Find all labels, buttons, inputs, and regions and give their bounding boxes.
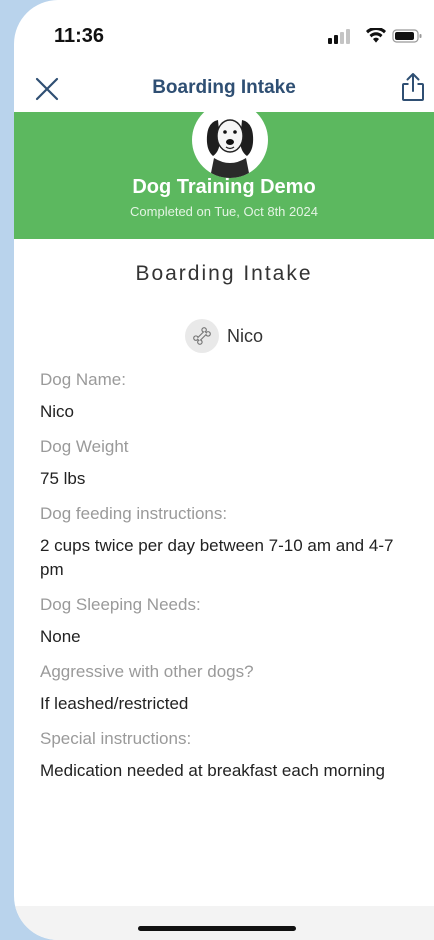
completion-date: Completed on Tue, Oct 8th 2024	[130, 204, 318, 219]
field-value: Nico	[40, 402, 75, 421]
field-feeding-instructions: Dog feeding instructions: 2 cups twice p…	[40, 502, 412, 582]
home-indicator[interactable]	[138, 926, 296, 931]
field-label: Dog Sleeping Needs:	[40, 595, 201, 614]
field-label: Dog Weight	[40, 437, 129, 456]
nav-title: Boarding Intake	[152, 77, 296, 98]
field-sleeping-needs: Dog Sleeping Needs: None	[40, 593, 412, 649]
field-label: Special instructions:	[40, 729, 192, 748]
form-title: Boarding Intake	[135, 262, 313, 285]
pet-chip-inner: Nico	[184, 319, 263, 353]
status-icons	[328, 28, 422, 44]
field-value: 75 lbs	[40, 469, 86, 488]
battery-icon	[392, 29, 422, 43]
field-label: Dog feeding instructions:	[40, 504, 228, 523]
field-label: Dog Name:	[40, 370, 126, 389]
pet-chip[interactable]: Nico	[14, 318, 434, 354]
share-icon[interactable]	[400, 72, 426, 102]
navigation-bar: Boarding Intake	[14, 70, 434, 112]
dog-avatar	[192, 112, 268, 178]
field-dog-weight: Dog Weight 75 lbs	[40, 435, 412, 491]
field-value: Medication needed at breakfast each morn…	[40, 761, 385, 780]
field-special-instructions: Special instructions: Medication needed …	[40, 727, 412, 783]
field-value: None	[40, 627, 81, 646]
wifi-icon	[366, 28, 386, 43]
field-value: 2 cups twice per day between 7-10 am and…	[40, 536, 394, 579]
field-label: Aggressive with other dogs?	[40, 662, 254, 681]
bottom-bar	[14, 906, 434, 940]
field-value: If leashed/restricted	[40, 694, 189, 713]
field-dog-name: Dog Name: Nico	[40, 368, 412, 424]
business-banner: Dog Training Demo Completed on Tue, Oct …	[14, 112, 434, 239]
dog-illustration	[206, 119, 254, 178]
form-fields: Dog Name: Nico Dog Weight 75 lbs Dog fee…	[40, 368, 412, 794]
organization-name: Dog Training Demo	[132, 176, 316, 198]
cellular-signal-icon	[328, 29, 350, 44]
status-time: 11:36	[54, 25, 105, 47]
status-bar: 11:36	[14, 0, 434, 70]
phone-screen: 11:36 Boarding Intake Dog Training Demo …	[14, 0, 434, 940]
field-aggressive: Aggressive with other dogs? If leashed/r…	[40, 660, 412, 716]
pet-name: Nico	[226, 325, 263, 346]
bone-icon	[184, 319, 219, 353]
